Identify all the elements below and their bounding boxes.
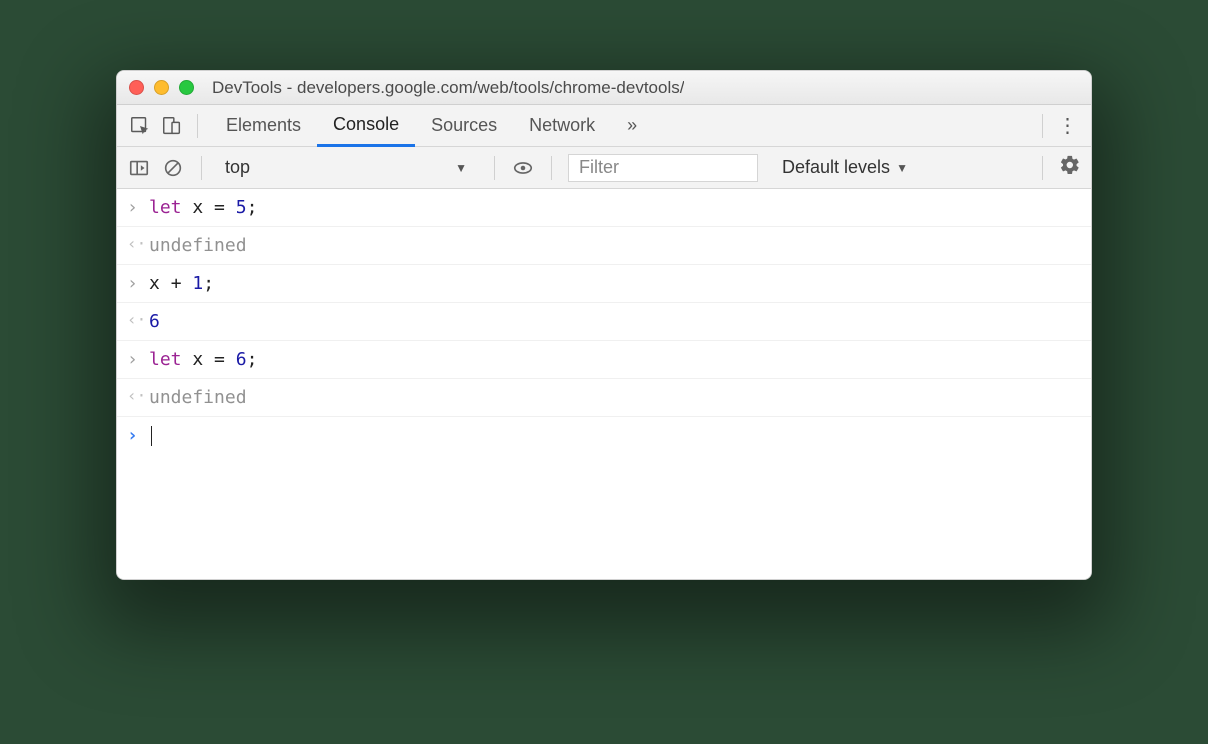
zoom-window-button[interactable] <box>179 80 194 95</box>
console-output: ›let x = 5;‹·undefined›x + 1;‹·6›let x =… <box>117 189 1091 579</box>
token-num: 6 <box>236 349 247 370</box>
separator <box>197 114 198 138</box>
live-expression-icon[interactable] <box>511 156 535 180</box>
token-var: x <box>192 197 203 218</box>
context-label: top <box>225 157 250 178</box>
tab-sources[interactable]: Sources <box>415 105 513 147</box>
tabs-container: Elements Console Sources Network <box>210 105 611 147</box>
prompt-chevron-icon: › <box>127 422 149 449</box>
token-kw: let <box>149 349 182 370</box>
input-chevron-icon: › <box>127 346 149 373</box>
console-line: undefined <box>149 384 247 411</box>
console-input-row: ›x + 1; <box>117 265 1091 303</box>
separator <box>1042 156 1043 180</box>
console-line: undefined <box>149 232 247 259</box>
token-var: x <box>149 273 160 294</box>
text-cursor <box>151 426 152 446</box>
console-input-row: ›let x = 5; <box>117 189 1091 227</box>
log-levels-selector[interactable]: Default levels ▼ <box>782 157 908 178</box>
console-output-row: ‹·6 <box>117 303 1091 341</box>
console-line: let x = 6; <box>149 346 257 373</box>
token-punc: ; <box>247 197 258 218</box>
token-op: + <box>171 273 182 294</box>
output-chevron-icon: ‹· <box>127 308 149 332</box>
token-punc: ; <box>203 273 214 294</box>
window-titlebar: DevTools - developers.google.com/web/too… <box>117 71 1091 105</box>
window-title: DevTools - developers.google.com/web/too… <box>212 78 684 98</box>
console-line: 6 <box>149 308 160 335</box>
tab-label: Elements <box>226 115 301 136</box>
console-input-row: ›let x = 6; <box>117 341 1091 379</box>
console-output-row: ‹·undefined <box>117 379 1091 417</box>
tab-console[interactable]: Console <box>317 105 415 147</box>
kebab-icon: ⋮ <box>1058 115 1079 137</box>
device-toolbar-icon[interactable] <box>159 113 185 139</box>
inspect-element-icon[interactable] <box>127 113 153 139</box>
console-line: let x = 5; <box>149 194 257 221</box>
console-input[interactable] <box>149 422 152 449</box>
output-chevron-icon: ‹· <box>127 384 149 408</box>
token-num: 6 <box>149 311 160 332</box>
console-toolbar: top ▼ Filter Default levels ▼ <box>117 147 1091 189</box>
levels-label: Default levels <box>782 157 890 178</box>
minimize-window-button[interactable] <box>154 80 169 95</box>
toggle-console-sidebar-icon[interactable] <box>127 156 151 180</box>
token-kw: let <box>149 197 182 218</box>
token-undef: undefined <box>149 235 247 256</box>
filter-input[interactable]: Filter <box>568 154 758 182</box>
console-settings-icon[interactable] <box>1059 154 1081 181</box>
token-punc: ; <box>247 349 258 370</box>
input-chevron-icon: › <box>127 270 149 297</box>
panel-tabstrip: Elements Console Sources Network » ⋮ <box>117 105 1091 147</box>
devtools-window: DevTools - developers.google.com/web/too… <box>116 70 1092 580</box>
input-chevron-icon: › <box>127 194 149 221</box>
tab-elements[interactable]: Elements <box>210 105 317 147</box>
separator <box>201 156 202 180</box>
console-line: x + 1; <box>149 270 214 297</box>
filter-placeholder: Filter <box>579 157 619 178</box>
token-var: x <box>192 349 203 370</box>
tab-network[interactable]: Network <box>513 105 611 147</box>
window-controls <box>129 80 194 95</box>
console-output-row: ‹·undefined <box>117 227 1091 265</box>
separator <box>551 156 552 180</box>
tab-label: Console <box>333 114 399 135</box>
separator <box>494 156 495 180</box>
console-prompt-row[interactable]: › <box>117 417 1091 454</box>
token-op: = <box>214 349 225 370</box>
tab-label: Network <box>529 115 595 136</box>
separator <box>1042 114 1043 138</box>
token-num: 5 <box>236 197 247 218</box>
clear-console-icon[interactable] <box>161 156 185 180</box>
output-chevron-icon: ‹· <box>127 232 149 256</box>
tabs-overflow-button[interactable]: » <box>617 105 647 147</box>
token-num: 1 <box>192 273 203 294</box>
caret-down-icon: ▼ <box>455 161 467 175</box>
token-op: = <box>214 197 225 218</box>
tab-label: Sources <box>431 115 497 136</box>
caret-down-icon: ▼ <box>896 161 908 175</box>
chevron-right-double-icon: » <box>627 115 637 136</box>
more-options-button[interactable]: ⋮ <box>1055 113 1081 138</box>
token-undef: undefined <box>149 387 247 408</box>
execution-context-selector[interactable]: top ▼ <box>218 154 478 182</box>
close-window-button[interactable] <box>129 80 144 95</box>
